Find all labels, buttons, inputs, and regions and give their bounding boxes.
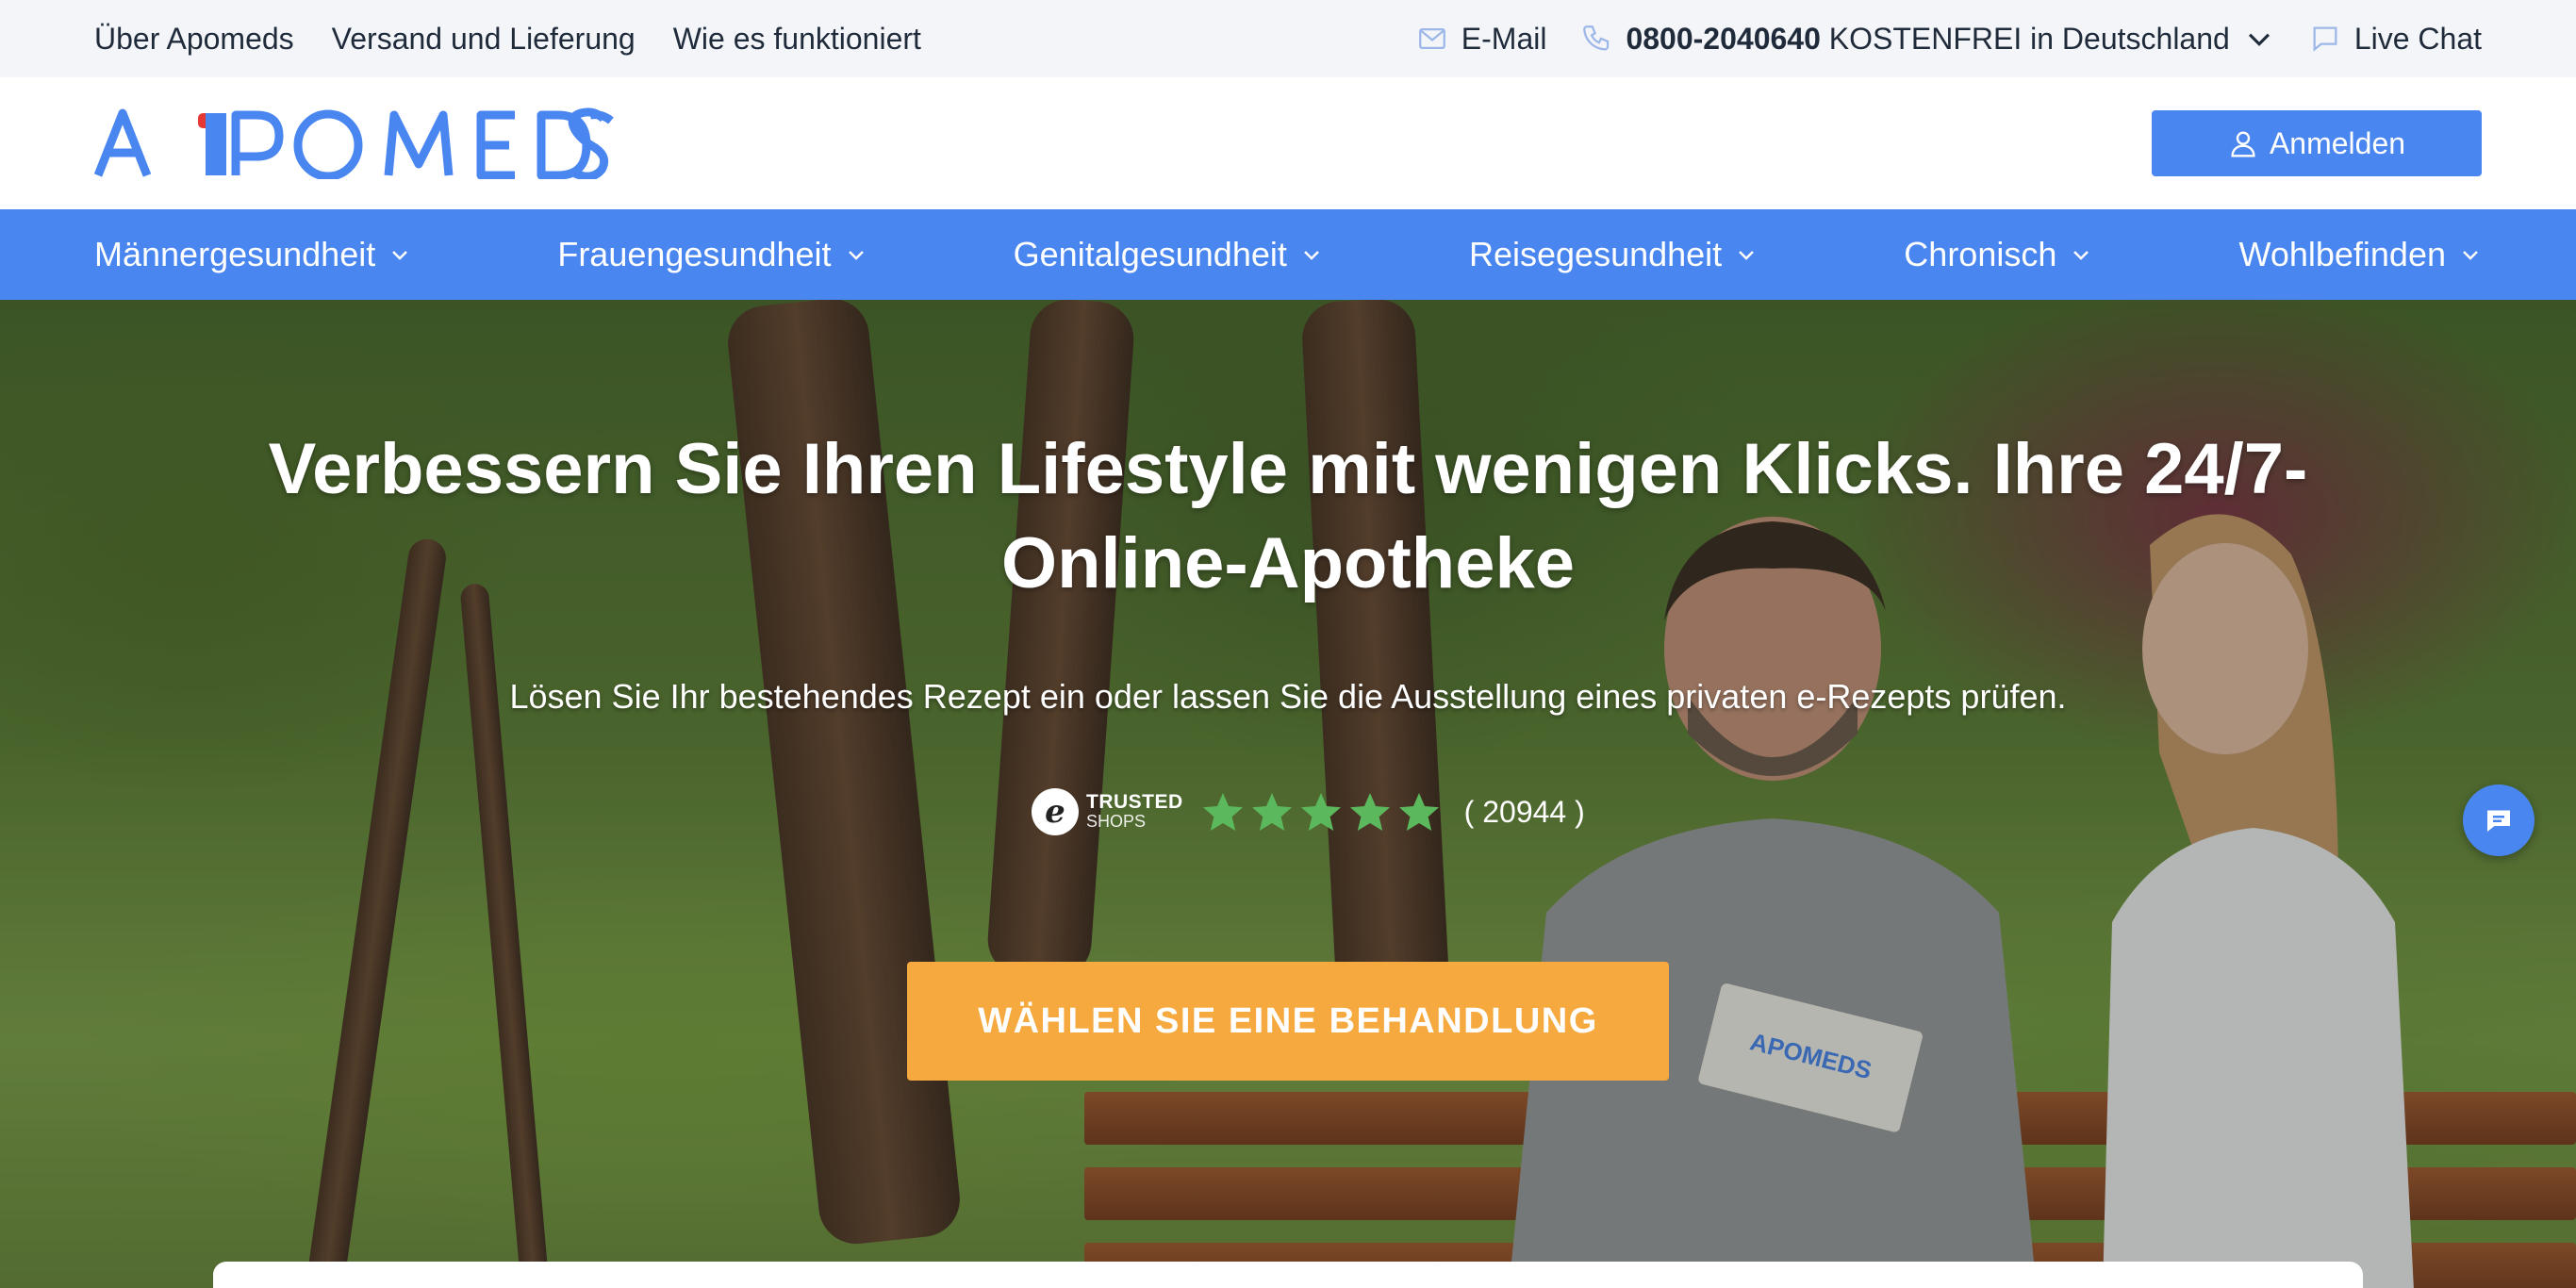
star-icon [1251,793,1292,831]
nav-item-label: Genitalgesundheit [1013,235,1287,273]
logo[interactable] [94,107,615,179]
contact-links: E-Mail 0800-2040640 KOSTENFREI in Deutsc… [1416,22,2482,57]
nav-item-travel-health[interactable]: Reisegesundheit [1469,235,1758,274]
login-label: Anmelden [2269,125,2406,160]
apomeds-logo [94,107,614,179]
phone-icon [1583,25,1610,51]
live-chat-link[interactable]: Live Chat [2309,22,2482,57]
nav-item-mens-health[interactable]: Männergesundheit [94,235,411,274]
utility-links: Über Apomeds Versand und Lieferung Wie e… [94,22,921,57]
chat-fab-icon [2487,810,2510,832]
trusted-shops-e-icon: e [1032,788,1079,835]
rating-count: ( 20944 ) [1463,794,1585,829]
user-icon [2231,131,2255,157]
choose-treatment-button[interactable]: WÄHLEN SIE EINE BEHANDLUNG [907,962,1669,1081]
phone-number: 0800-2040640 [1626,21,1821,56]
search-card [213,1262,2363,1288]
nav-item-womens-health[interactable]: Frauengesundheit [557,235,867,274]
chevron-down-icon [848,251,864,260]
chat-fab-button[interactable] [2463,784,2535,856]
star-icon [1349,793,1390,831]
hero-subtitle: Lösen Sie Ihr bestehendes Rezept ein ode… [509,677,2067,716]
live-chat-label: Live Chat [2353,21,2482,56]
nav-item-label: Chronisch [1904,235,2057,273]
link-shipping[interactable]: Versand und Lieferung [332,22,636,57]
trusted-shops-logo: e TRUSTED SHOPS [1032,788,1183,835]
link-about[interactable]: Über Apomeds [94,22,294,57]
trusted-label: TRUSTED [1086,791,1183,813]
nav-item-label: Männergesundheit [94,235,376,273]
utility-bar: Über Apomeds Versand und Lieferung Wie e… [0,0,2576,77]
shops-label: SHOPS [1086,812,1147,831]
phone-note: KOSTENFREI in Deutschland [1828,21,2230,56]
star-rating [1200,789,1442,834]
nav-item-label: Reisegesundheit [1468,235,1723,273]
phone-link[interactable]: 0800-2040640 KOSTENFREI in Deutschland [1580,22,2274,57]
chevron-down-icon [1303,251,1319,260]
nav-item-genital-health[interactable]: Genitalgesundheit [1014,235,1323,274]
site-header: Anmelden [0,77,2576,209]
nav-item-label: Wohlbefinden [2238,235,2446,273]
nav-item-chronic[interactable]: Chronisch [1904,235,2092,274]
nav-item-wellbeing[interactable]: Wohlbefinden [2238,235,2482,274]
hero-section: APOMEDS Verbessern Sie Ihren Lifestyle m… [0,300,2576,1288]
trusted-shops-rating[interactable]: e TRUSTED SHOPS ( 20944 ) [1032,788,1585,835]
login-button[interactable]: Anmelden [2152,110,2482,176]
main-nav: Männergesundheit Frauengesundheit Genita… [0,209,2576,300]
star-icon [1300,793,1341,831]
link-how-it-works[interactable]: Wie es funktioniert [673,22,921,57]
mail-icon [1418,27,1445,50]
chat-bubble-icon [2313,26,2337,52]
chevron-down-icon [1739,251,1755,260]
email-link[interactable]: E-Mail [1416,21,1547,57]
star-icon [1398,793,1439,831]
chevron-down-icon[interactable] [2243,23,2275,55]
nav-item-label: Frauengesundheit [557,235,832,273]
email-label: E-Mail [1461,21,1547,56]
hero-title: Verbessern Sie Ihren Lifestyle mit wenig… [268,429,2308,603]
chevron-down-icon [392,251,408,260]
star-icon [1202,793,1243,831]
chevron-down-icon [2463,251,2478,260]
chevron-down-icon [2073,251,2089,260]
